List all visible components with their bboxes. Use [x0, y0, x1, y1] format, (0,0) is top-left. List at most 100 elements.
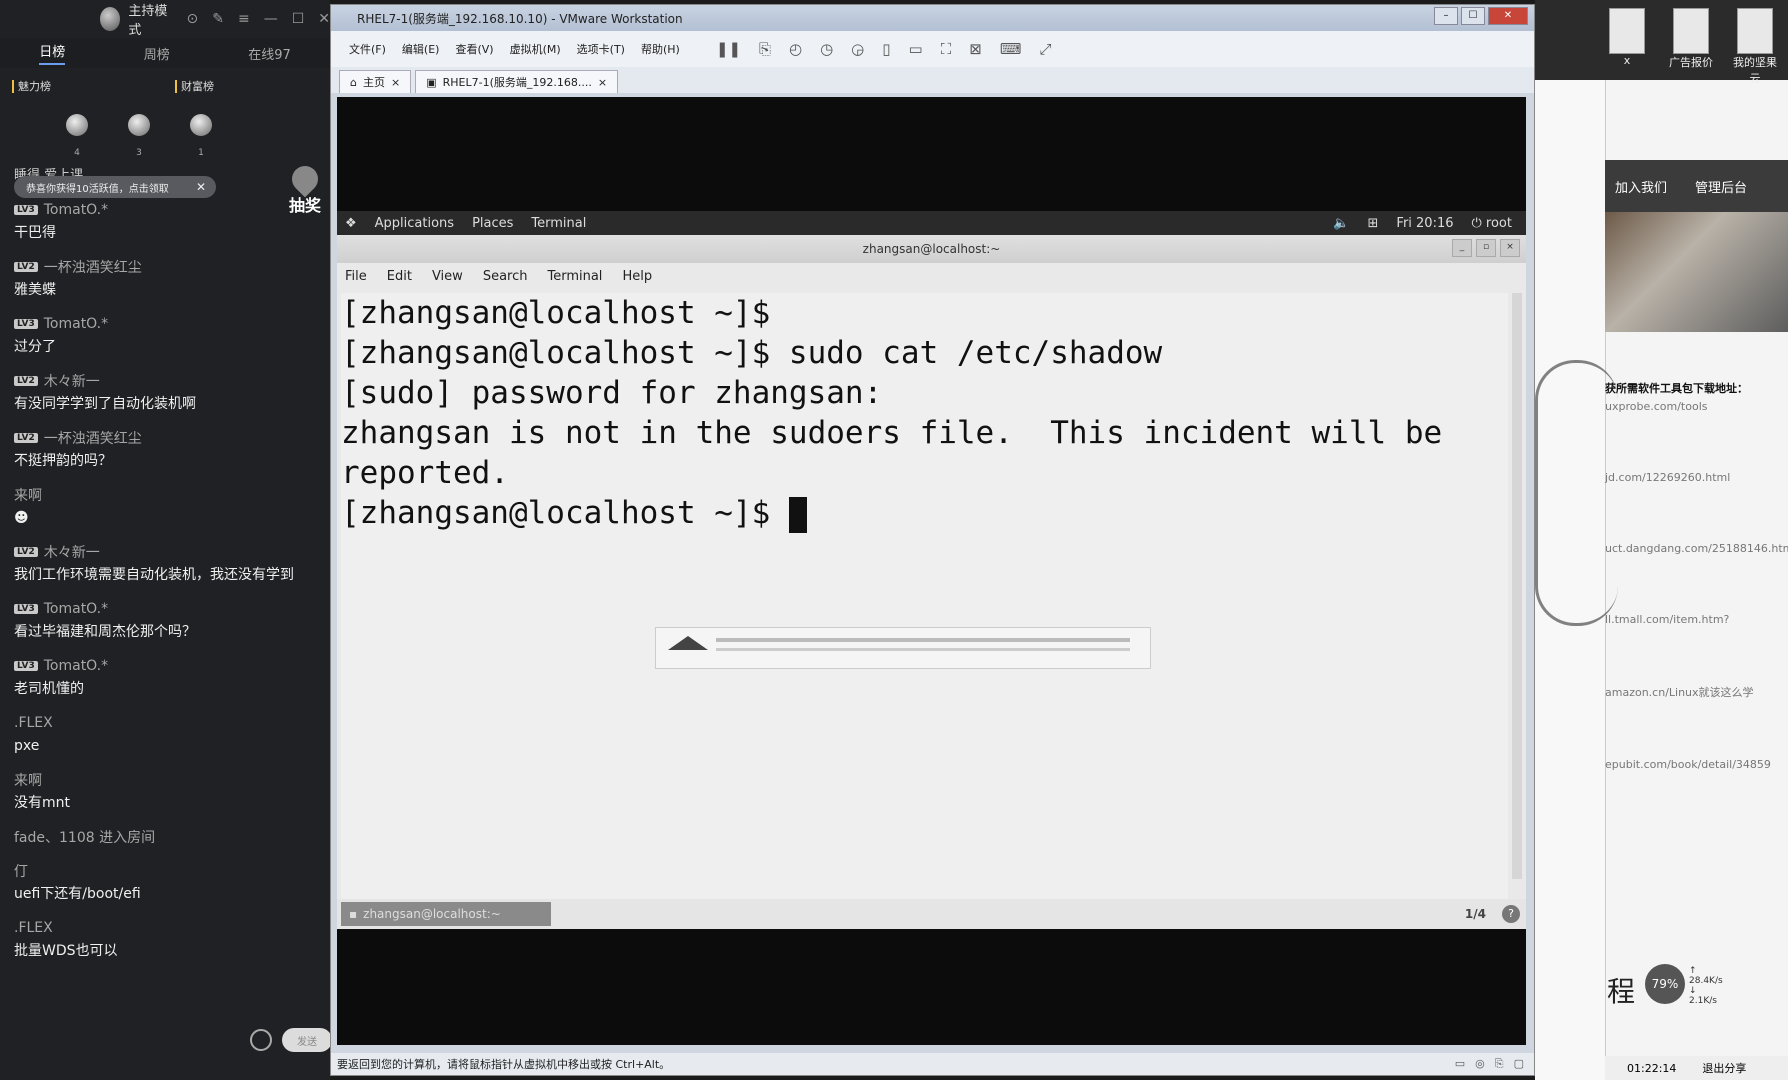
link[interactable]: amazon.cn/Linux就该这么学 — [1605, 684, 1788, 700]
chat-message-user[interactable]: LV3 TomatO.* — [14, 656, 320, 676]
chat-message-user[interactable]: .FLEX — [14, 918, 320, 938]
link[interactable]: jd.com/12269260.html — [1605, 471, 1788, 484]
nav-admin[interactable]: 管理后台 — [1695, 177, 1747, 196]
chat-message-user[interactable]: 来啊 — [14, 770, 320, 790]
desktop-icon[interactable]: 广告报价 — [1669, 8, 1713, 80]
menu-vm[interactable]: 虚拟机(M) — [510, 41, 561, 57]
desktop-icon[interactable]: 我的坚果云 — [1733, 8, 1777, 85]
menu-icon[interactable]: ≡ — [238, 11, 250, 27]
folder-icon — [1737, 8, 1773, 54]
link[interactable]: uct.dangdang.com/25188146.html — [1605, 542, 1788, 555]
chat-message-user[interactable]: LV3 TomatO.* — [14, 599, 320, 619]
exit-share-button[interactable]: 退出分享 — [1702, 1060, 1746, 1076]
stretch-icon[interactable]: ⤢ — [1039, 40, 1051, 58]
edit-icon[interactable]: ✎ — [212, 11, 224, 27]
menu-help[interactable]: 帮助(H) — [641, 41, 680, 57]
maximize-icon[interactable]: ☐ — [292, 11, 305, 27]
fullscreen-icon[interactable]: ⛶ — [941, 40, 952, 58]
manage-snapshot-icon[interactable]: ◶ — [851, 40, 864, 58]
chat-message-user[interactable]: 仃 — [14, 861, 320, 881]
tab-daily[interactable]: 日榜 — [39, 41, 66, 65]
tab-home[interactable]: ⌂ 主页 × — [339, 70, 412, 93]
help-icon[interactable]: ? — [1502, 905, 1520, 923]
network-status-icon[interactable]: ⊞ — [1368, 216, 1379, 231]
nav-join[interactable]: 加入我们 — [1615, 177, 1667, 196]
sidebar-icon[interactable]: ▯ — [882, 40, 890, 58]
desktop-icon[interactable]: x — [1605, 8, 1649, 80]
cd-icon[interactable]: ◎ — [1475, 1057, 1485, 1071]
terminal-menu-terminal[interactable]: Terminal — [547, 269, 602, 284]
terminal-scrollbar[interactable] — [1512, 293, 1522, 879]
thumbnail-icon[interactable]: ▭ — [909, 40, 923, 58]
terminal-menu-help[interactable]: Help — [622, 269, 652, 284]
maximize-button[interactable]: ☐ — [1461, 7, 1485, 25]
pause-icon[interactable]: ❚❚ — [716, 40, 741, 58]
chat-message-user[interactable]: LV2 一杯浊酒笑红尘 — [14, 428, 320, 448]
rank-avatar[interactable]: 1 — [190, 114, 212, 158]
tab-close-icon[interactable]: × — [391, 76, 400, 89]
vm-screen[interactable]: ❖ Applications Places Terminal 🔈 ⊞ Fri 2… — [337, 97, 1526, 1045]
console-icon[interactable]: ⌨ — [1000, 40, 1022, 58]
terminal-menu-edit[interactable]: Edit — [387, 269, 412, 284]
link[interactable]: epubit.com/book/detail/34859 — [1605, 758, 1788, 771]
snapshot-icon[interactable]: ◴ — [789, 40, 802, 58]
terminal-menu-view[interactable]: View — [432, 269, 463, 284]
chat-message-user[interactable]: LV3 TomatO.* — [14, 314, 320, 334]
menu-tabs[interactable]: 选项卡(T) — [577, 41, 625, 57]
minimize-icon[interactable]: — — [264, 11, 278, 27]
net-icon[interactable]: ⎘ — [1495, 1057, 1504, 1071]
hdd-icon[interactable]: ▭ — [1455, 1057, 1465, 1071]
minimize-button[interactable]: – — [1434, 7, 1458, 25]
tab-weekly[interactable]: 周榜 — [144, 44, 170, 63]
network-speed-widget[interactable]: 79% ↑ 28.4K/s ↓ 2.1K/s — [1645, 964, 1725, 1006]
chat-message-user[interactable]: LV2 木々新一 — [14, 542, 320, 562]
terminal-minimize-button[interactable]: _ — [1452, 239, 1472, 257]
terminal-output[interactable]: [zhangsan@localhost ~]$ [zhangsan@localho… — [341, 293, 1508, 899]
unity-icon[interactable]: ⊠ — [969, 40, 982, 58]
places-menu[interactable]: Places — [472, 216, 513, 231]
host-avatar[interactable] — [100, 7, 121, 31]
user-menu[interactable]: ⏻ root — [1472, 216, 1513, 231]
volume-icon[interactable]: 🔈 — [1333, 216, 1349, 231]
terminal-menu-search[interactable]: Search — [483, 269, 528, 284]
settings-icon[interactable]: ⊙ — [187, 11, 199, 27]
chat-message-user[interactable]: fade、1108 进入房间 — [14, 827, 320, 847]
close-button[interactable]: ✕ — [1488, 7, 1528, 25]
restore-snapshot-icon[interactable]: ◷ — [820, 40, 833, 58]
rank-avatar[interactable]: 4 — [66, 114, 88, 158]
menu-edit[interactable]: 编辑(E) — [402, 41, 440, 57]
chat-message-user[interactable]: .FLEX — [14, 713, 320, 733]
chat-message-user[interactable]: 来啊 — [14, 485, 320, 505]
chat-message-user[interactable]: LV2 木々新一 — [14, 371, 320, 391]
terminal-menu-file[interactable]: File — [345, 269, 367, 284]
gnome-bottom-panel: ▪ zhangsan@localhost:~ 1/4 ? — [337, 899, 1526, 929]
close-icon[interactable]: ✕ — [318, 11, 330, 27]
chat-message-user[interactable]: LV2 一杯浊酒笑红尘 — [14, 257, 320, 277]
terminal-maximize-button[interactable]: ▫ — [1476, 239, 1496, 257]
reward-toast[interactable]: 恭喜你获得10活跃值，点击领取 ✕ — [14, 176, 216, 198]
emoji-icon[interactable] — [250, 1029, 272, 1051]
user-level-badge: LV3 — [14, 604, 38, 614]
rank-avatar[interactable]: 3 — [128, 114, 150, 158]
toast-close-icon[interactable]: ✕ — [196, 180, 206, 194]
tab-vm[interactable]: ▣ RHEL7-1(服务端_192.168.... × — [415, 70, 619, 93]
workspace-indicator[interactable]: 1/4 — [1465, 907, 1486, 921]
menu-file[interactable]: 文件(F) — [349, 41, 386, 57]
chat-message-text: 过分了 — [14, 339, 56, 355]
clock[interactable]: Fri 20:16 — [1396, 216, 1453, 231]
chat-message-user[interactable]: LV3 TomatO.* — [14, 200, 320, 220]
terminal-close-button[interactable]: × — [1500, 239, 1520, 257]
tab-online[interactable]: 在线97 — [248, 44, 291, 63]
display-icon[interactable]: ▢ — [1514, 1057, 1524, 1071]
link[interactable]: uxprobe.com/tools — [1605, 400, 1788, 413]
tab-close-icon[interactable]: × — [598, 76, 607, 89]
applications-menu[interactable]: Applications — [375, 216, 454, 231]
menu-view[interactable]: 查看(V) — [455, 41, 493, 57]
charm-rank-header[interactable]: 魅力榜 — [12, 80, 51, 93]
network-icon[interactable]: ⎘ — [759, 40, 771, 58]
taskbar-terminal-item[interactable]: ▪ zhangsan@localhost:~ — [341, 902, 551, 926]
link[interactable]: ll.tmall.com/item.htm? — [1605, 613, 1788, 626]
terminal-app-menu[interactable]: Terminal — [531, 216, 586, 231]
wealth-rank-header[interactable]: 财富榜 — [175, 80, 214, 93]
send-button[interactable]: 发送 — [282, 1028, 330, 1052]
